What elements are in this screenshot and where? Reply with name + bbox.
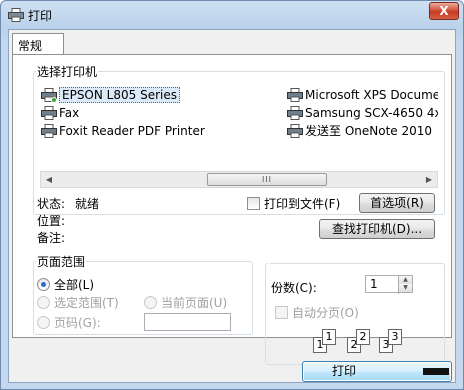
printer-item-samsung[interactable]: Samsung SCX-4650 4x <box>286 105 438 122</box>
collate-page: 1 <box>322 329 336 345</box>
print-to-file-checkbox[interactable] <box>247 197 260 210</box>
page-range-current-label[interactable]: 当前页面(U) <box>161 294 227 311</box>
collate-page: 2 <box>356 329 370 345</box>
page-range-legend: 页面范围 <box>37 255 86 269</box>
printer-name: Foxit Reader PDF Printer <box>59 124 205 138</box>
print-button[interactable]: 打印 <box>302 361 452 382</box>
window-title: 打印 <box>28 9 53 23</box>
scroll-right-icon[interactable]: ▶ <box>421 172 437 187</box>
print-dialog: 打印 X 常规 选择打印机 EPSON L805 Series Fax Foxi… <box>0 0 464 390</box>
copies-count-label: 份数(C): <box>271 281 317 295</box>
printer-item-foxit[interactable]: Foxit Reader PDF Printer <box>40 123 205 139</box>
page-range-pages-label[interactable]: 页码(G): <box>54 314 101 331</box>
scroll-thumb[interactable]: III <box>207 173 327 186</box>
page-range-pages-input[interactable] <box>144 313 231 331</box>
page-range-pages-radio[interactable] <box>37 316 50 329</box>
copies-count-input[interactable]: 1 ▲ ▼ <box>365 275 413 294</box>
collate-label[interactable]: 自动分页(O) <box>292 304 359 321</box>
spin-down-icon[interactable]: ▼ <box>399 284 412 292</box>
close-button[interactable]: X <box>429 2 459 20</box>
printer-icon <box>41 88 57 102</box>
printer-icon <box>287 88 303 102</box>
page-range-current-radio[interactable] <box>144 296 157 309</box>
printer-icon <box>41 124 57 138</box>
status-value: 就绪 <box>75 197 100 211</box>
general-tab-page: 选择打印机 EPSON L805 Series Fax Foxit Reader… <box>12 54 452 365</box>
page-range-selection-radio[interactable] <box>37 296 50 309</box>
title-bar[interactable]: 打印 X <box>1 1 463 29</box>
printer-icon <box>287 124 303 138</box>
print-button-adornment <box>423 368 449 375</box>
printer-icon <box>8 8 24 22</box>
printer-item-fax[interactable]: Fax <box>40 105 79 122</box>
copies-spinner[interactable]: ▲ ▼ <box>398 276 412 294</box>
printer-name: 发送至 OneNote 2010 <box>305 124 433 138</box>
printer-list[interactable]: EPSON L805 Series Fax Foxit Reader PDF P… <box>40 85 438 139</box>
spin-up-icon[interactable]: ▲ <box>399 276 412 284</box>
tab-general[interactable]: 常规 <box>12 33 64 55</box>
page-range-all-radio[interactable] <box>37 278 50 291</box>
find-printer-button[interactable]: 查找打印机(D)... <box>319 219 435 239</box>
printer-name: Fax <box>59 106 80 120</box>
printer-name: Samsung SCX-4650 4x <box>305 106 438 120</box>
printer-list-scrollbar[interactable]: ◀ III ▶ <box>40 171 438 188</box>
printer-item-onenote[interactable]: 发送至 OneNote 2010 <box>286 123 432 139</box>
select-printer-legend: 选择打印机 <box>37 65 98 79</box>
dialog-body: 常规 选择打印机 EPSON L805 Series Fax Foxit Rea… <box>8 29 456 383</box>
comment-label: 备注: <box>37 231 66 245</box>
collate-page: 3 <box>388 329 402 345</box>
fax-icon <box>41 106 57 120</box>
location-label: 位置: <box>37 214 66 228</box>
printer-item-xps[interactable]: Microsoft XPS Docume <box>286 87 438 104</box>
preferences-button[interactable]: 首选项(R) <box>359 193 435 213</box>
copies-count-value: 1 <box>370 277 378 291</box>
printer-icon <box>287 106 303 120</box>
collate-checkbox[interactable] <box>275 306 288 319</box>
scroll-left-icon[interactable]: ◀ <box>41 172 57 187</box>
print-button-label: 打印 <box>331 364 356 378</box>
printer-item-epson[interactable]: EPSON L805 Series <box>40 87 180 104</box>
printer-name: EPSON L805 Series <box>59 87 180 103</box>
status-label: 状态: <box>37 197 66 211</box>
page-range-selection-label[interactable]: 选定范围(T) <box>54 294 119 311</box>
print-to-file-label[interactable]: 打印到文件(F) <box>264 195 340 212</box>
page-range-all-label[interactable]: 全部(L) <box>54 276 94 293</box>
printer-name: Microsoft XPS Docume <box>305 88 438 102</box>
